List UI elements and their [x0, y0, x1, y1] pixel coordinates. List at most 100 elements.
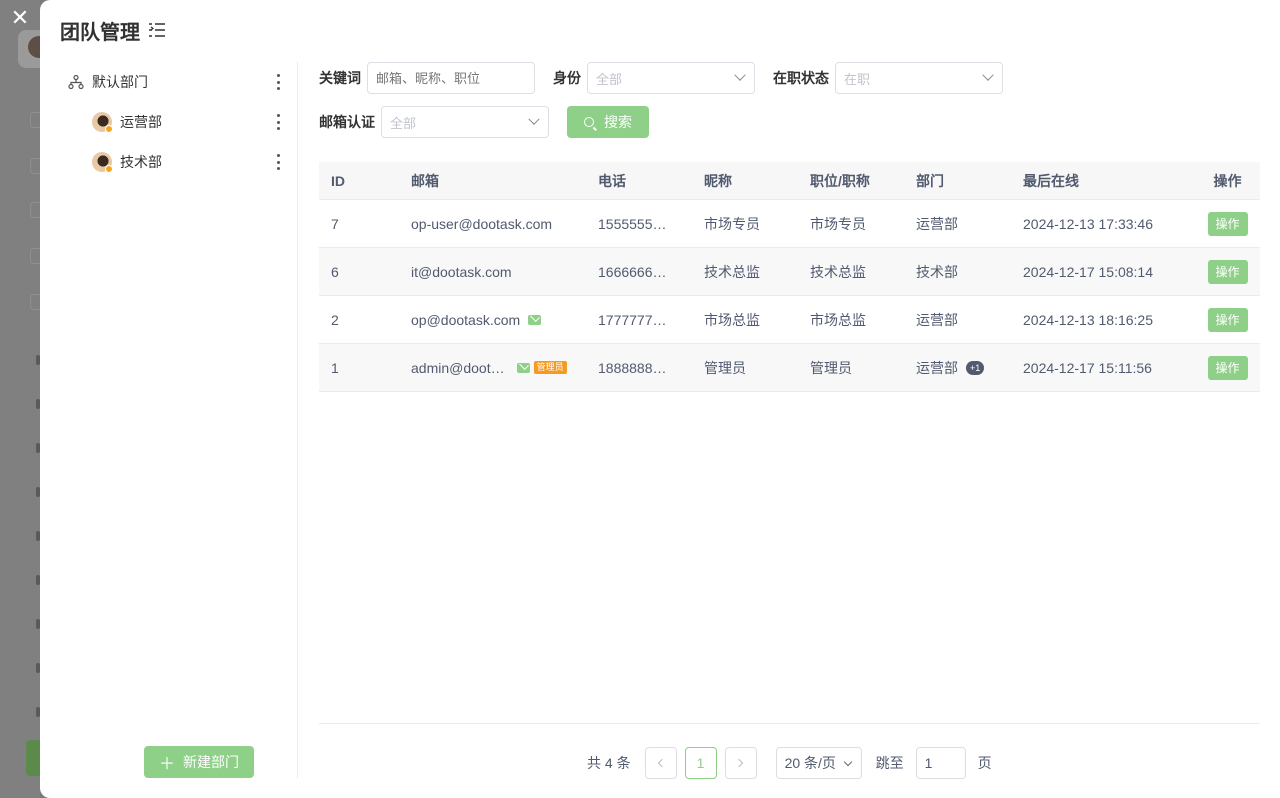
new-department-label: 新建部门 [183, 754, 239, 770]
cell-nickname: 市场专员 [704, 215, 760, 232]
search-button[interactable]: 搜索 [567, 106, 649, 138]
cell-nickname: 技术总监 [704, 263, 760, 280]
avatar [92, 152, 113, 173]
cell-position: 市场总监 [810, 311, 866, 328]
column-header-email[interactable]: 邮箱 [411, 171, 598, 191]
email-text: admin@doot… [411, 359, 505, 376]
keyword-label: 关键词 [319, 70, 361, 86]
cell-phone: 1666666… [598, 263, 667, 280]
backdrop-icon [30, 202, 40, 218]
table-row[interactable]: 6 it@dootask.com 1666666… 技术总监 技术总监 技术部 … [319, 248, 1260, 296]
cell-last-online: 2024-12-17 15:08:14 [1023, 263, 1153, 280]
department-text: 运营部 [916, 215, 958, 232]
extra-department-badge[interactable]: +1 [966, 360, 985, 375]
cell-department: 运营部 [916, 310, 1023, 330]
cell-last-online: 2024-12-17 15:11:56 [1023, 359, 1152, 376]
page-title: 团队管理 [60, 21, 140, 44]
row-action-button[interactable]: 操作 [1207, 259, 1248, 284]
status-select[interactable]: 在职 [835, 62, 1003, 94]
menu-list-icon[interactable] [148, 21, 166, 39]
identity-label: 身份 [553, 70, 581, 86]
page-number-button[interactable]: 1 [684, 747, 717, 779]
column-header-position[interactable]: 职位/职称 [810, 171, 916, 191]
page-unit-label: 页 [977, 755, 992, 771]
backdrop-avatar [18, 30, 40, 68]
backdrop-button [26, 740, 40, 776]
row-action-button[interactable]: 操作 [1207, 211, 1248, 236]
jump-page-input[interactable]: 1 [915, 747, 966, 779]
cell-action: 操作 [1195, 259, 1260, 284]
table-row[interactable]: 7 op-user@dootask.com 1555555… 市场专员 市场专员… [319, 200, 1260, 248]
email-verified-icon [528, 314, 542, 325]
prev-page-button[interactable] [644, 747, 677, 779]
column-header-nickname[interactable]: 昵称 [704, 171, 810, 191]
chevron-left-icon [657, 758, 667, 768]
cell-phone: 1777777… [598, 311, 667, 328]
department-item-operations[interactable]: 运营部 [60, 102, 298, 142]
page-size-value: 20 条/页 [784, 755, 836, 771]
cell-nickname: 管理员 [704, 359, 746, 376]
next-page-button[interactable] [724, 747, 757, 779]
search-icon [584, 117, 594, 127]
column-header-phone[interactable]: 电话 [598, 171, 704, 191]
member-panel: 关键词 身份 全部 在职状态 在职 邮箱认证 全部 搜索 [319, 62, 1260, 779]
column-header-last-online[interactable]: 最后在线 [1023, 171, 1195, 191]
department-item-tech[interactable]: 技术部 [60, 142, 298, 182]
cell-email: op-user@dootask.com [411, 216, 598, 232]
cell-email: it@dootask.com [411, 264, 598, 280]
more-vertical-icon[interactable] [276, 114, 280, 130]
backdrop-icon [30, 158, 40, 174]
backdrop-overlay[interactable] [0, 0, 40, 798]
row-action-button[interactable]: 操作 [1207, 307, 1248, 332]
avatar [92, 112, 113, 133]
cell-phone: 1555555… [598, 215, 667, 232]
status-value: 在职 [844, 71, 871, 87]
new-department-button[interactable]: ＋ 新建部门 [144, 746, 254, 778]
org-tree-icon [68, 74, 84, 90]
chevron-down-icon [734, 69, 746, 81]
department-label: 运营部 [120, 114, 162, 130]
cell-id: 2 [331, 311, 339, 328]
row-action-button[interactable]: 操作 [1207, 355, 1248, 380]
email-verify-label: 邮箱认证 [319, 114, 375, 130]
department-text: 技术部 [916, 263, 958, 280]
admin-badge: 管理员 [533, 361, 567, 374]
divider [319, 723, 1260, 724]
cell-phone: 1888888… [598, 359, 667, 376]
page-size-select[interactable]: 20 条/页 [775, 747, 862, 779]
close-icon[interactable]: ✕ [10, 7, 30, 29]
team-management-drawer: 团队管理 默认部门 运营部 技术部 ＋ 新建部门 关键词 邮箱、昵称、职位 身份… [40, 0, 1280, 798]
identity-select[interactable]: 全部 [587, 62, 755, 94]
table-row[interactable]: 2 op@dootask.com 1777777… 市场总监 市场总监 运营部 … [319, 296, 1260, 344]
email-verify-filter: 邮箱认证 全部 [319, 106, 549, 138]
cell-department: 运营部 +1 [916, 358, 1023, 378]
cell-nickname: 市场总监 [704, 311, 760, 328]
column-header-department[interactable]: 部门 [916, 171, 1023, 191]
cell-action: 操作 [1195, 355, 1260, 380]
keyword-input[interactable] [367, 62, 535, 94]
more-vertical-icon[interactable] [276, 74, 280, 90]
more-vertical-icon[interactable] [276, 154, 280, 170]
column-header-id[interactable]: ID [319, 173, 411, 189]
department-item-default[interactable]: 默认部门 [60, 62, 298, 102]
cell-email: op@dootask.com [411, 312, 598, 328]
backdrop-icon [30, 294, 40, 310]
cell-position: 技术总监 [810, 263, 866, 280]
chevron-down-icon [982, 69, 994, 81]
department-text: 运营部 [916, 311, 958, 328]
cell-last-online: 2024-12-13 18:16:25 [1023, 311, 1153, 328]
table-row[interactable]: 1 admin@doot… 管理员 1888888… 管理员 管理员 运营部 +… [319, 344, 1260, 392]
department-label: 默认部门 [92, 74, 148, 90]
email-verify-select[interactable]: 全部 [381, 106, 549, 138]
cell-id: 6 [331, 263, 339, 280]
cell-id: 1 [331, 359, 339, 376]
email-text: op@dootask.com [411, 311, 521, 328]
email-verified-icon [516, 362, 530, 373]
email-text: op-user@dootask.com [411, 215, 553, 232]
department-label: 技术部 [120, 154, 162, 170]
cell-last-online: 2024-12-13 17:33:46 [1023, 215, 1153, 232]
status-label: 在职状态 [773, 70, 829, 86]
backdrop-icon [30, 112, 40, 128]
status-filter: 在职状态 在职 [773, 62, 1003, 94]
table-header: ID 邮箱 电话 昵称 职位/职称 部门 最后在线 操作 [319, 162, 1260, 200]
